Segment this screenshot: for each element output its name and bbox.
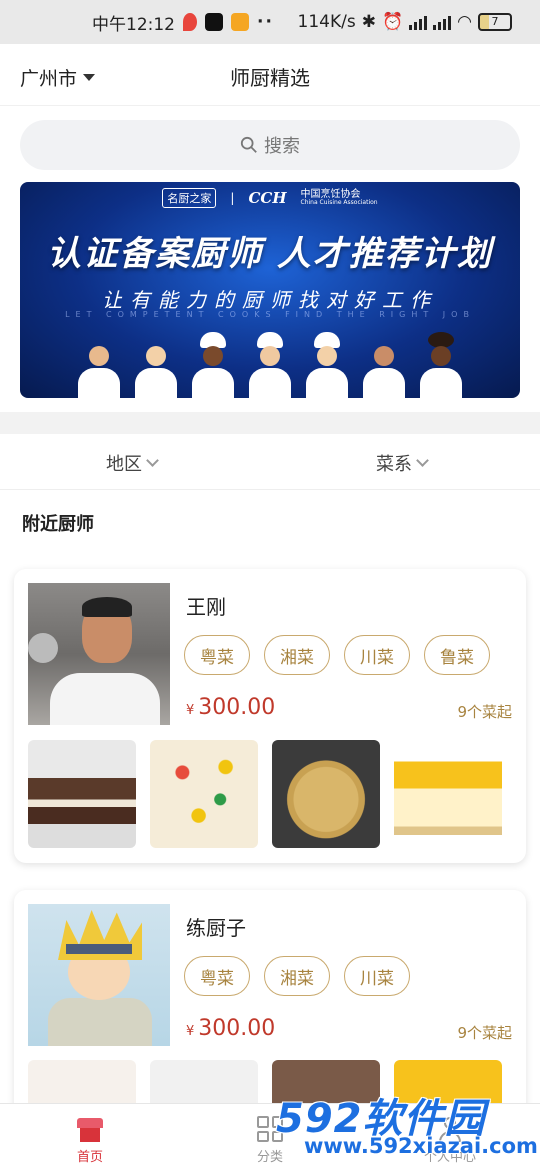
cuisine-tag: 粤菜 [184,956,250,996]
signal-icon-2 [433,14,452,30]
search-bar[interactable]: 搜索 [20,120,520,170]
shop-icon [77,1116,103,1142]
nav-home-label: 首页 [76,1150,103,1165]
dish-photo[interactable] [28,740,136,848]
chef-figure [190,332,236,398]
cuisine-filter[interactable]: 菜系 [376,450,429,476]
dish-gallery [28,740,502,848]
chef-name: 王刚 [186,595,226,619]
status-bar: 中午12:12 ·· 114K/s ✱ ⏰ ◠ 7 [0,0,540,44]
min-order: 9个菜起 [457,1024,512,1042]
search-placeholder: 搜索 [264,136,300,157]
notes-icon [231,13,249,31]
user-icon [437,1116,463,1142]
status-time: 中午12:12 [92,14,175,35]
cch-en: China Cuisine Association [300,199,378,207]
nav-profile-label: 个人中心 [423,1150,476,1165]
section-title: 附近厨师 [22,514,94,535]
promo-banner[interactable]: 名厨之家 | CCH 中国烹饪协会 China Cuisine Associat… [20,182,520,398]
mingchu-logo: 名厨之家 [162,188,217,208]
section-gap [0,412,540,434]
chevron-down-icon [416,453,429,467]
grid-icon [257,1116,283,1142]
chef-figure [76,332,122,398]
min-order: 9个菜起 [457,703,512,721]
chef-figure [247,332,293,398]
cuisine-tag: 川菜 [344,956,410,996]
chef-card[interactable]: 王刚 粤菜 湘菜 川菜 鲁菜 ¥ 300.00 9个菜起 [14,569,526,863]
cuisine-tag: 鲁菜 [424,635,490,675]
cuisine-tags: 粤菜 湘菜 川菜 [184,956,410,996]
price-value: 300.00 [198,695,276,720]
region-filter[interactable]: 地区 [106,450,159,476]
logo-divider: | [230,191,235,205]
cuisine-tag: 湘菜 [264,956,330,996]
dish-photo[interactable] [394,740,502,848]
nav-category[interactable]: 分类 [180,1104,360,1170]
chef-figure [418,332,464,398]
status-dots: ·· [257,12,274,32]
battery-icon: 7 [478,13,512,31]
chevron-down-icon [146,453,159,467]
banner-title: 认证备案厨师 人才推荐计划 [47,234,493,274]
banner-chefs-illustration [20,328,520,398]
chef-name: 练厨子 [186,916,246,940]
bottom-nav: 首页 分类 个人中心 [0,1103,540,1170]
cch-text: 中国烹饪协会 China Cuisine Association [301,189,378,207]
page-title: 师厨精选 [230,66,310,90]
cuisine-tags: 粤菜 湘菜 川菜 鲁菜 [184,635,490,675]
chef-figure [361,332,407,398]
alarm-icon: ⏰ [381,12,404,32]
chef-price: ¥ 300.00 [186,1016,275,1041]
region-filter-label: 地区 [106,454,142,475]
banner-logos: 名厨之家 | CCH 中国烹饪协会 China Cuisine Associat… [20,188,520,208]
currency-symbol: ¥ [186,703,195,718]
filter-bar: 地区 菜系 [0,434,540,490]
dish-photo[interactable] [150,740,258,848]
top-header: 广州市 师厨精选 [0,44,540,106]
chef-figure [304,332,350,398]
status-right: 114K/s ✱ ⏰ ◠ 7 [298,12,512,32]
dish-photo[interactable] [272,740,380,848]
cuisine-tag: 粤菜 [184,635,250,675]
currency-symbol: ¥ [186,1024,195,1039]
chef-avatar [28,904,170,1046]
chef-avatar [28,583,170,725]
bluetooth-icon: ✱ [361,12,376,32]
cuisine-filter-label: 菜系 [376,454,412,475]
cch-logo: CCH [248,189,287,207]
network-speed: 114K/s [297,12,356,32]
search-icon [240,136,257,153]
status-left: 中午12:12 ·· [92,10,274,35]
signal-icon [409,14,428,30]
cuisine-tag: 川菜 [344,635,410,675]
banner-subtitle-en: LET COMPETENT COOKS FIND THE RIGHT JOB [65,310,475,319]
tiktok-icon [205,13,223,31]
nav-category-label: 分类 [256,1150,283,1165]
chef-price: ¥ 300.00 [186,695,275,720]
nav-home[interactable]: 首页 [0,1104,180,1170]
nav-profile[interactable]: 个人中心 [360,1104,540,1170]
map-pin-icon [183,13,197,31]
chef-figure [133,332,179,398]
banner-subtitle: 让有能力的厨师找对好工作 [102,288,438,312]
wifi-icon: ◠ [457,12,472,32]
cuisine-tag: 湘菜 [264,635,330,675]
price-value: 300.00 [198,1016,276,1041]
